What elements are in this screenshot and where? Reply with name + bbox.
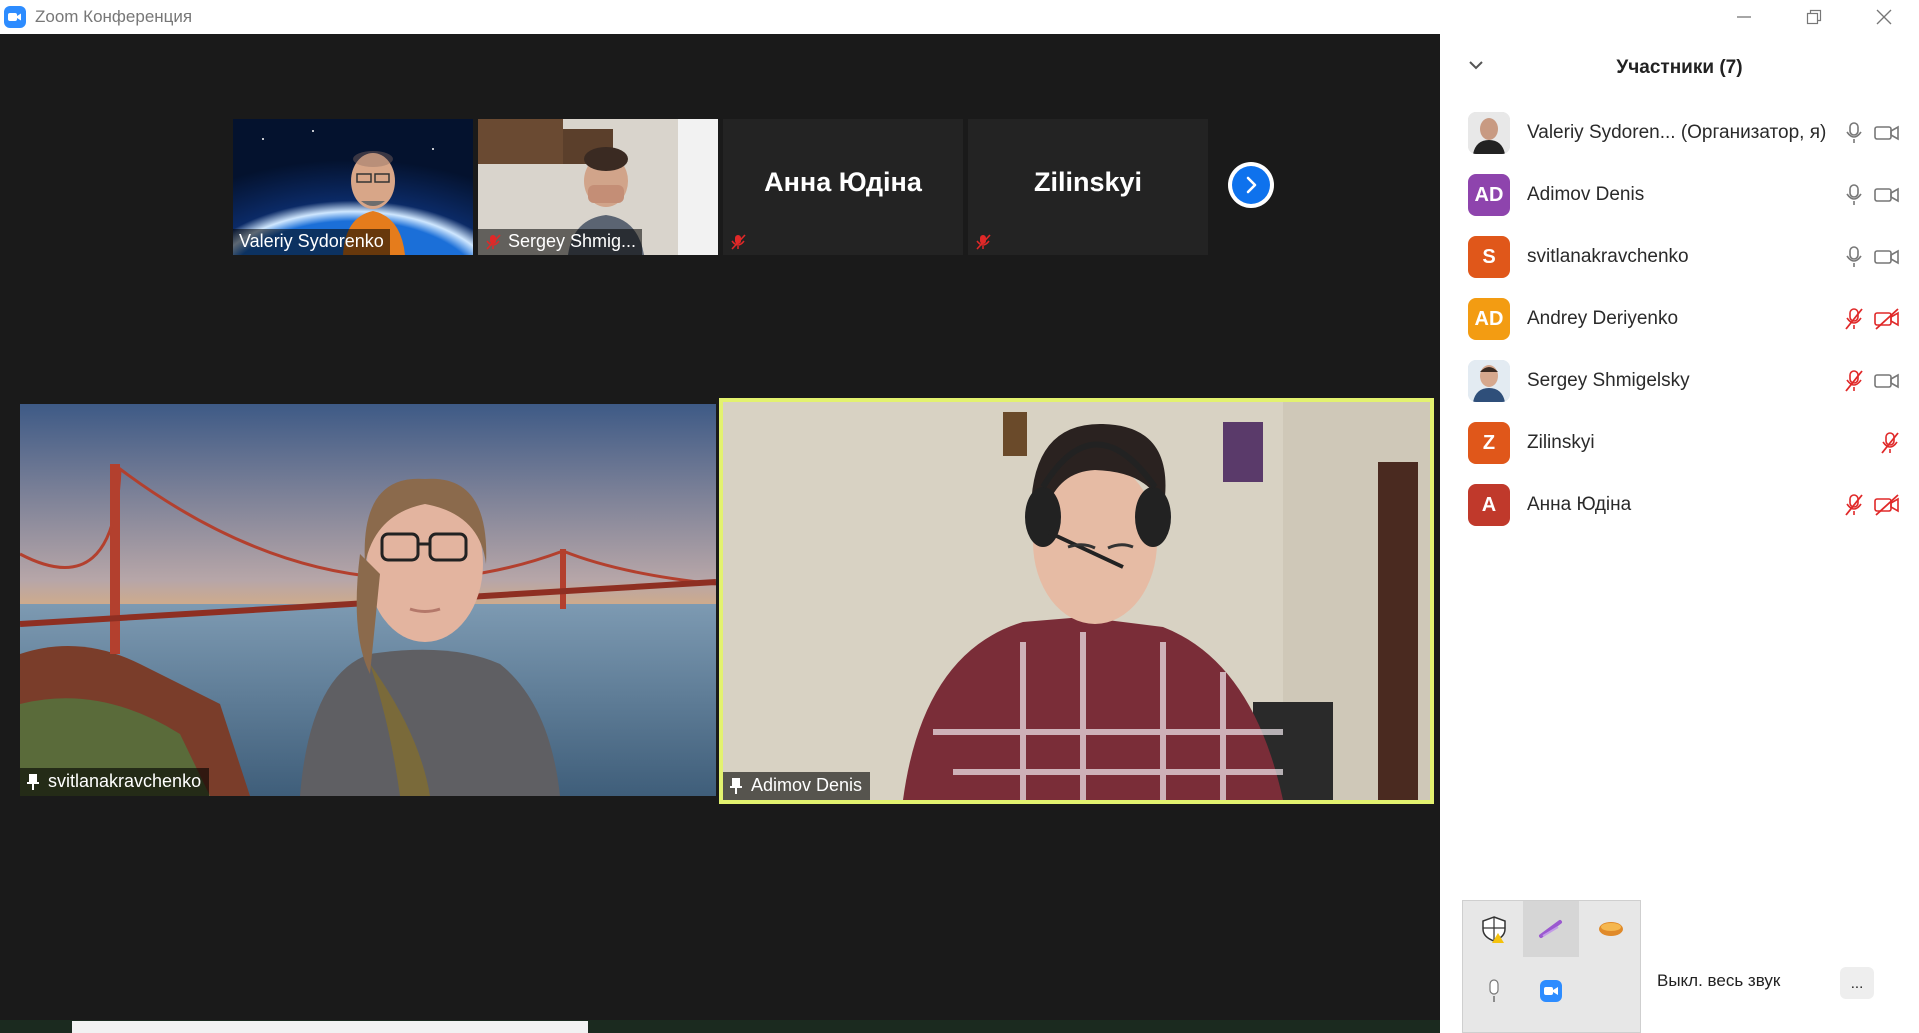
- avatar: A: [1468, 484, 1510, 526]
- gallery-thumb-sergey[interactable]: Sergey Shmig...: [478, 119, 718, 255]
- panel-title: Участники (7): [1616, 57, 1743, 78]
- active-speaker-highlight: [719, 398, 1434, 804]
- security-shield-icon[interactable]: [1466, 901, 1522, 957]
- pin-icon: [27, 773, 39, 790]
- panel-header: Участники (7): [1440, 34, 1919, 102]
- restore-button[interactable]: [1779, 0, 1849, 34]
- minimize-icon: [1737, 16, 1751, 18]
- pen-icon[interactable]: [1523, 901, 1579, 957]
- minimize-button[interactable]: [1709, 0, 1779, 34]
- participant-name: Adimov Denis: [1527, 184, 1645, 205]
- camera-off-icon[interactable]: [1874, 308, 1900, 330]
- window-title: Zoom Конференция: [35, 7, 193, 26]
- microphone-icon[interactable]: [1466, 963, 1522, 1019]
- gallery-thumb-zilinskyi[interactable]: Zilinskyi: [968, 119, 1208, 255]
- participants-panel: Участники (7) Valeriy Sydoren... (Органи…: [1440, 34, 1919, 1033]
- participants-list: Valeriy Sydoren... (Организатор, я) AD A…: [1440, 102, 1919, 536]
- mic-muted-icon: [731, 234, 746, 250]
- video-tile-svitlana[interactable]: svitlanakravchenko: [20, 404, 716, 796]
- system-tray-overflow: [1462, 900, 1641, 1033]
- avatar: Z: [1468, 422, 1510, 464]
- app-icon[interactable]: [1583, 901, 1639, 957]
- mic-muted-icon[interactable]: [1844, 369, 1864, 393]
- mic-muted-icon[interactable]: [1844, 307, 1864, 331]
- mic-muted-icon: [486, 233, 501, 250]
- avatar: AD: [1468, 174, 1510, 216]
- more-options-button[interactable]: ...: [1840, 967, 1874, 999]
- next-page-button[interactable]: [1228, 162, 1274, 208]
- microphone-icon[interactable]: [1844, 121, 1864, 145]
- video-area: Valeriy Sydorenko Sergey Shmig... Анна Ю…: [0, 34, 1440, 1033]
- avatar: [1468, 360, 1510, 402]
- participant-row[interactable]: S svitlanakravchenko: [1440, 226, 1919, 288]
- participant-row[interactable]: Z Zilinskyi: [1440, 412, 1919, 474]
- zoom-icon[interactable]: [1523, 963, 1579, 1019]
- participant-row[interactable]: Sergey Shmigelsky: [1440, 350, 1919, 412]
- mic-muted-icon[interactable]: [1880, 431, 1900, 455]
- gallery-thumb-valeriy[interactable]: Valeriy Sydorenko: [233, 119, 473, 255]
- participant-row[interactable]: AD Andrey Deriyenko: [1440, 288, 1919, 350]
- close-button[interactable]: [1849, 0, 1919, 34]
- participant-name-tag: Sergey Shmig...: [478, 229, 643, 255]
- participant-name: Sergey Shmigelsky: [1527, 370, 1690, 391]
- chevron-right-icon: [1246, 176, 1257, 194]
- close-icon: [1876, 9, 1892, 25]
- camera-off-icon[interactable]: [1874, 494, 1900, 516]
- camera-icon[interactable]: [1874, 247, 1900, 267]
- microphone-icon[interactable]: [1844, 183, 1864, 207]
- participant-name: Анна Юдіна: [1527, 494, 1632, 515]
- participant-name-tag: Valeriy Sydorenko: [233, 229, 390, 255]
- participant-name-tag: svitlanakravchenko: [20, 768, 210, 796]
- participant-row[interactable]: AD Adimov Denis: [1440, 164, 1919, 226]
- mic-muted-icon[interactable]: [1844, 493, 1864, 517]
- camera-icon[interactable]: [1874, 185, 1900, 205]
- participant-name: Valeriy Sydoren... (Организатор, я): [1527, 122, 1827, 143]
- camera-icon[interactable]: [1874, 123, 1900, 143]
- gallery-thumb-anna[interactable]: Анна Юдіна: [723, 119, 963, 255]
- avatar: AD: [1468, 298, 1510, 340]
- participant-row[interactable]: Valeriy Sydoren... (Организатор, я): [1440, 102, 1919, 164]
- restore-icon: [1806, 9, 1822, 25]
- avatar: [1468, 112, 1510, 154]
- participant-name: svitlanakravchenko: [1527, 246, 1689, 267]
- window-titlebar: Zoom Конференция: [0, 0, 1919, 34]
- mic-muted-icon: [976, 234, 991, 250]
- microphone-icon[interactable]: [1844, 245, 1864, 269]
- camera-icon[interactable]: [1874, 371, 1900, 391]
- mute-all-button[interactable]: Выкл. весь звук: [1643, 961, 1795, 1001]
- participant-display-name: Анна Юдіна: [764, 167, 922, 197]
- participant-video: [20, 404, 716, 796]
- taskbar-search[interactable]: [72, 1021, 588, 1033]
- participant-row[interactable]: A Анна Юдіна: [1440, 474, 1919, 536]
- avatar: S: [1468, 236, 1510, 278]
- zoom-logo-icon: [4, 6, 26, 28]
- participant-display-name: Zilinskyi: [1033, 167, 1143, 197]
- participant-name: Andrey Deriyenko: [1527, 308, 1679, 329]
- participant-name: Zilinskyi: [1527, 432, 1595, 453]
